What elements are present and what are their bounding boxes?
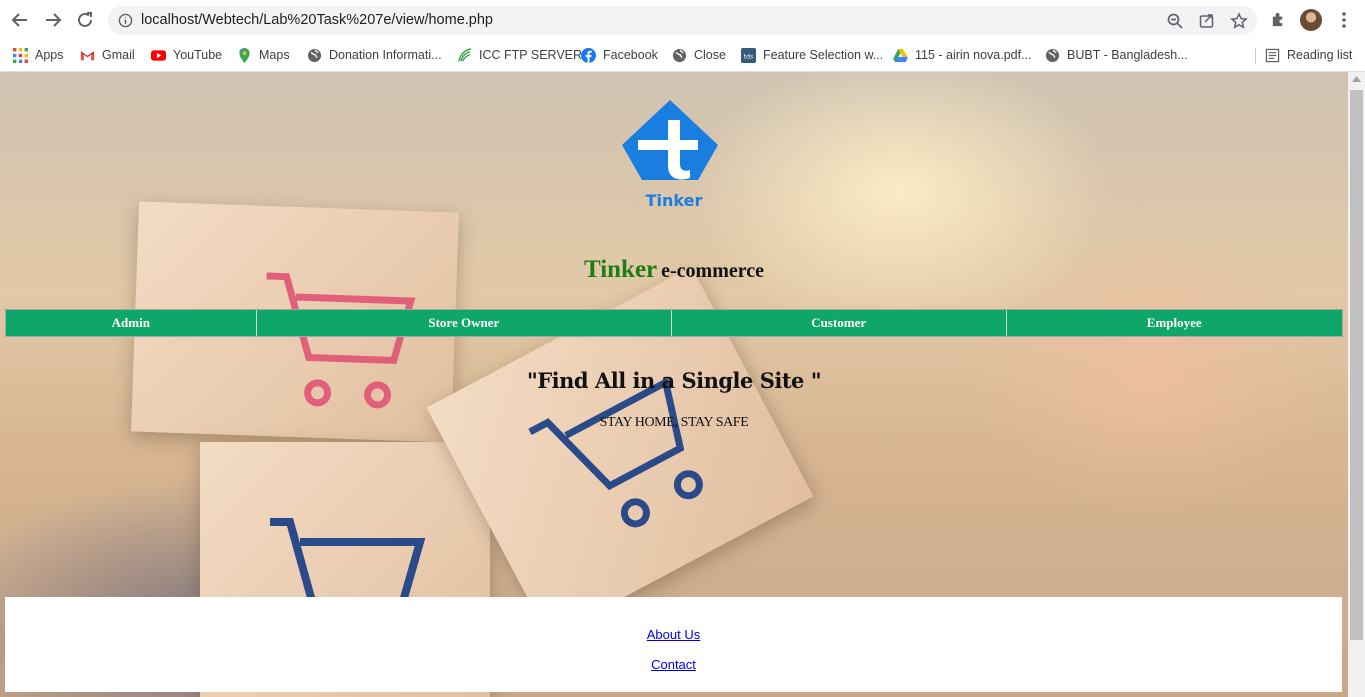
reload-icon bbox=[78, 12, 92, 27]
bookmark-feature-selection[interactable]: tds Feature Selection w... bbox=[741, 45, 883, 65]
bookmark-separator bbox=[1255, 48, 1256, 64]
maps-pin-icon bbox=[239, 47, 250, 63]
bookmark-close[interactable]: Close bbox=[672, 45, 726, 65]
bookmark-label: Facebook bbox=[603, 48, 658, 62]
role-nav-table: Admin Store Owner Customer Employee bbox=[5, 309, 1343, 337]
bookmark-label: Close bbox=[694, 48, 726, 62]
scroll-thumb[interactable] bbox=[1350, 90, 1363, 640]
bookmark-bubt[interactable]: BUBT - Bangladesh... bbox=[1045, 45, 1188, 65]
address-bar[interactable]: localhost/Webtech/Lab%20Task%207e/view/h… bbox=[108, 6, 1257, 35]
tds-icon: tds bbox=[741, 47, 756, 63]
footer: About Us Contact bbox=[5, 597, 1342, 692]
reading-list-label: Reading list bbox=[1287, 48, 1353, 62]
reading-list-icon bbox=[1265, 48, 1280, 62]
bookmark-donation[interactable]: Donation Informati... bbox=[307, 45, 442, 65]
bookmarks-bar: Apps Gmail YouTube Maps Donation Informa… bbox=[0, 40, 1365, 72]
page-title: Tinker e-commerce bbox=[0, 256, 1348, 284]
gmail-icon bbox=[80, 50, 95, 60]
google-drive-icon bbox=[893, 48, 908, 62]
bookmark-facebook[interactable]: Facebook bbox=[581, 45, 658, 65]
arrow-right-icon bbox=[46, 13, 62, 27]
tinker-logo: Tinker bbox=[622, 100, 718, 210]
svg-text:tds: tds bbox=[744, 53, 753, 60]
reload-button[interactable] bbox=[73, 8, 97, 32]
bookmark-apps[interactable]: Apps bbox=[13, 45, 64, 65]
bookmark-icc-ftp[interactable]: ICC FTP SERVER bbox=[457, 45, 582, 65]
nav-employee[interactable]: Employee bbox=[1007, 310, 1343, 336]
back-button[interactable] bbox=[8, 8, 32, 32]
stay-safe-text: STAY HOME, STAY SAFE bbox=[599, 415, 749, 430]
nav-customer[interactable]: Customer bbox=[672, 310, 1007, 336]
bookmark-label: BUBT - Bangladesh... bbox=[1067, 48, 1188, 62]
profile-avatar[interactable] bbox=[1300, 9, 1322, 31]
extensions-puzzle-icon[interactable] bbox=[1270, 11, 1287, 28]
browser-toolbar: localhost/Webtech/Lab%20Task%207e/view/h… bbox=[0, 0, 1365, 40]
bookmark-label: Gmail bbox=[102, 48, 135, 62]
kebab-menu-icon[interactable] bbox=[1337, 11, 1351, 29]
icc-leaf-icon bbox=[458, 47, 472, 61]
bookmark-maps[interactable]: Maps bbox=[237, 45, 290, 65]
tagline: "Find All in a Single Site " bbox=[526, 368, 822, 393]
site-info-icon[interactable] bbox=[118, 13, 133, 28]
brand-name: Tinker bbox=[583, 256, 658, 283]
bookmark-label: ICC FTP SERVER bbox=[479, 48, 583, 62]
bookmark-drive-pdf[interactable]: 115 - airin nova.pdf... bbox=[893, 45, 1032, 65]
bookmark-label: Donation Informati... bbox=[329, 48, 442, 62]
bookmark-label: YouTube bbox=[173, 48, 223, 62]
bookmark-label: Feature Selection w... bbox=[763, 48, 884, 62]
contact-link[interactable]: Contact bbox=[5, 657, 1342, 672]
hero-background: Tinker Tinker e-commerce Admin Store Own… bbox=[0, 72, 1348, 697]
globe-icon bbox=[1045, 48, 1060, 62]
logo-text: Tinker bbox=[646, 191, 703, 210]
scroll-up-arrow-icon[interactable] bbox=[1352, 76, 1361, 82]
zoom-icon[interactable] bbox=[1166, 12, 1184, 30]
nav-admin[interactable]: Admin bbox=[6, 310, 257, 336]
page-scrollbar[interactable] bbox=[1348, 72, 1365, 697]
url-text[interactable]: localhost/Webtech/Lab%20Task%207e/view/h… bbox=[141, 12, 493, 28]
star-bookmark-icon[interactable] bbox=[1230, 12, 1248, 30]
bookmark-label: 115 - airin nova.pdf... bbox=[915, 48, 1032, 62]
youtube-icon bbox=[151, 49, 166, 61]
globe-icon bbox=[672, 48, 687, 62]
bookmark-youtube[interactable]: YouTube bbox=[151, 45, 222, 65]
bookmark-gmail[interactable]: Gmail bbox=[80, 45, 135, 65]
about-us-link[interactable]: About Us bbox=[5, 627, 1342, 642]
share-icon[interactable] bbox=[1198, 12, 1216, 30]
bookmark-label: Maps bbox=[259, 48, 290, 62]
forward-button[interactable] bbox=[41, 8, 65, 32]
nav-store-owner[interactable]: Store Owner bbox=[257, 310, 672, 336]
reading-list-button[interactable]: Reading list bbox=[1265, 45, 1352, 65]
apps-grid-icon bbox=[13, 47, 28, 63]
page-viewport: Tinker Tinker e-commerce Admin Store Own… bbox=[0, 72, 1348, 697]
facebook-icon bbox=[581, 47, 596, 63]
brand-subtitle: e-commerce bbox=[661, 260, 765, 282]
globe-icon bbox=[307, 48, 322, 62]
bookmark-label: Apps bbox=[35, 48, 64, 62]
arrow-left-icon bbox=[11, 13, 27, 27]
